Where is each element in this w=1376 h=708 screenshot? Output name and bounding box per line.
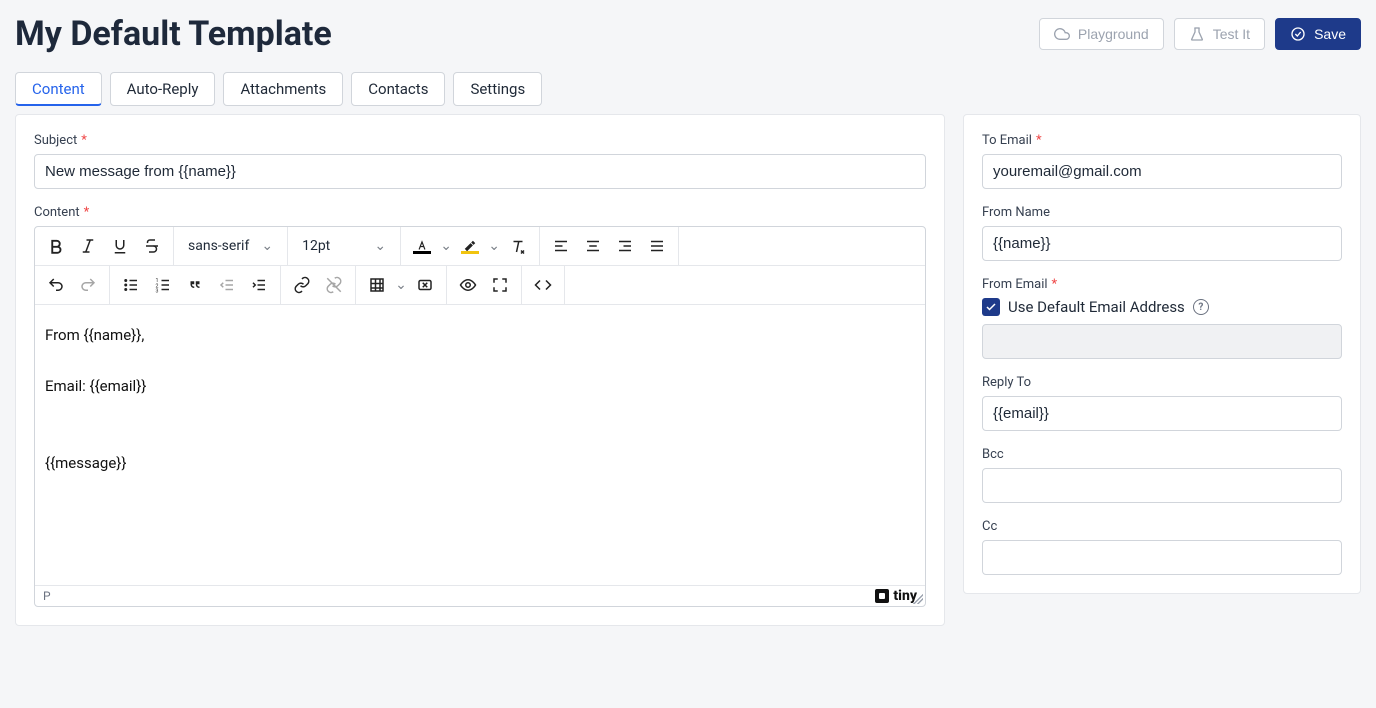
subject-field: Subject*: [34, 133, 926, 189]
subject-input[interactable]: [34, 154, 926, 189]
bold-button[interactable]: [41, 231, 71, 261]
undo-button[interactable]: [41, 270, 71, 300]
use-default-email-checkbox[interactable]: [982, 298, 1000, 316]
help-icon[interactable]: ?: [1193, 299, 1209, 315]
test-it-label: Test It: [1213, 26, 1250, 42]
tabs: Content Auto-Reply Attachments Contacts …: [15, 72, 1361, 106]
from-name-label: From Name: [982, 205, 1342, 220]
svg-text:3: 3: [156, 289, 159, 295]
outdent-button[interactable]: [212, 270, 242, 300]
align-justify-button[interactable]: [642, 231, 672, 261]
unlink-button[interactable]: [319, 270, 349, 300]
text-color-button[interactable]: [407, 231, 437, 261]
table-button[interactable]: [362, 270, 392, 300]
subject-label: Subject*: [34, 133, 926, 148]
table-menu[interactable]: ⌄: [394, 277, 408, 293]
tiny-mark-icon: [875, 589, 889, 603]
clear-formatting-button[interactable]: [503, 231, 533, 261]
align-right-button[interactable]: [610, 231, 640, 261]
tab-contacts[interactable]: Contacts: [351, 72, 445, 106]
numbered-list-button[interactable]: 123: [148, 270, 178, 300]
tab-settings[interactable]: Settings: [453, 72, 542, 106]
resize-handle[interactable]: [913, 594, 923, 604]
check-circle-icon: [1290, 26, 1306, 42]
beaker-icon: [1189, 26, 1205, 42]
content-field: Content* sans-serif ⌄: [34, 205, 926, 607]
use-default-email-label: Use Default Email Address: [1008, 298, 1185, 316]
main-panel: Subject* Content*: [15, 114, 945, 626]
text-color-menu[interactable]: ⌄: [439, 238, 453, 254]
chevron-down-icon: ⌄: [261, 238, 273, 254]
italic-button[interactable]: [73, 231, 103, 261]
highlight-color-button[interactable]: [455, 231, 485, 261]
bullet-list-button[interactable]: [116, 270, 146, 300]
tab-attachments[interactable]: Attachments: [223, 72, 343, 106]
chevron-down-icon: ⌄: [374, 238, 386, 254]
from-email-input: [982, 324, 1342, 359]
playground-label: Playground: [1078, 26, 1149, 42]
side-panel: To Email* From Name From Email* Use Defa…: [963, 114, 1361, 594]
reply-to-label: Reply To: [982, 375, 1342, 390]
indent-button[interactable]: [244, 270, 274, 300]
save-button[interactable]: Save: [1275, 18, 1361, 50]
font-family-select[interactable]: sans-serif ⌄: [180, 231, 281, 261]
rich-text-editor: sans-serif ⌄ 12pt ⌄: [34, 226, 926, 607]
editor-statusbar: P tiny: [35, 585, 925, 606]
save-label: Save: [1314, 26, 1346, 42]
tiny-logo: tiny: [875, 588, 917, 604]
editor-path: P: [43, 589, 51, 603]
cloud-icon: [1054, 26, 1070, 42]
fullscreen-button[interactable]: [485, 270, 515, 300]
source-code-button[interactable]: [528, 270, 558, 300]
link-button[interactable]: [287, 270, 317, 300]
insert-variable-button[interactable]: [410, 270, 440, 300]
tab-auto-reply[interactable]: Auto-Reply: [110, 72, 216, 106]
from-name-input[interactable]: [982, 226, 1342, 261]
from-email-label: From Email*: [982, 277, 1342, 292]
preview-button[interactable]: [453, 270, 483, 300]
page-title: My Default Template: [15, 14, 332, 54]
header-actions: Playground Test It Save: [1039, 18, 1361, 50]
reply-to-input[interactable]: [982, 396, 1342, 431]
content-label: Content*: [34, 205, 926, 220]
align-center-button[interactable]: [578, 231, 608, 261]
font-size-select[interactable]: 12pt ⌄: [294, 231, 394, 261]
editor-toolbar-row-1: sans-serif ⌄ 12pt ⌄: [35, 227, 925, 266]
playground-button[interactable]: Playground: [1039, 18, 1164, 50]
to-email-label: To Email*: [982, 133, 1342, 148]
align-left-button[interactable]: [546, 231, 576, 261]
strikethrough-button[interactable]: [137, 231, 167, 261]
tab-content[interactable]: Content: [15, 72, 102, 106]
editor-toolbar-row-2: 123 ⌄: [35, 266, 925, 305]
blockquote-button[interactable]: [180, 270, 210, 300]
bcc-label: Bcc: [982, 447, 1342, 462]
cc-label: Cc: [982, 519, 1342, 534]
cc-input[interactable]: [982, 540, 1342, 575]
redo-button[interactable]: [73, 270, 103, 300]
underline-button[interactable]: [105, 231, 135, 261]
bcc-input[interactable]: [982, 468, 1342, 503]
editor-body[interactable]: From {{name}}, Email: {{email}} {{messag…: [35, 305, 925, 585]
test-it-button[interactable]: Test It: [1174, 18, 1265, 50]
highlight-color-menu[interactable]: ⌄: [487, 238, 501, 254]
to-email-input[interactable]: [982, 154, 1342, 189]
